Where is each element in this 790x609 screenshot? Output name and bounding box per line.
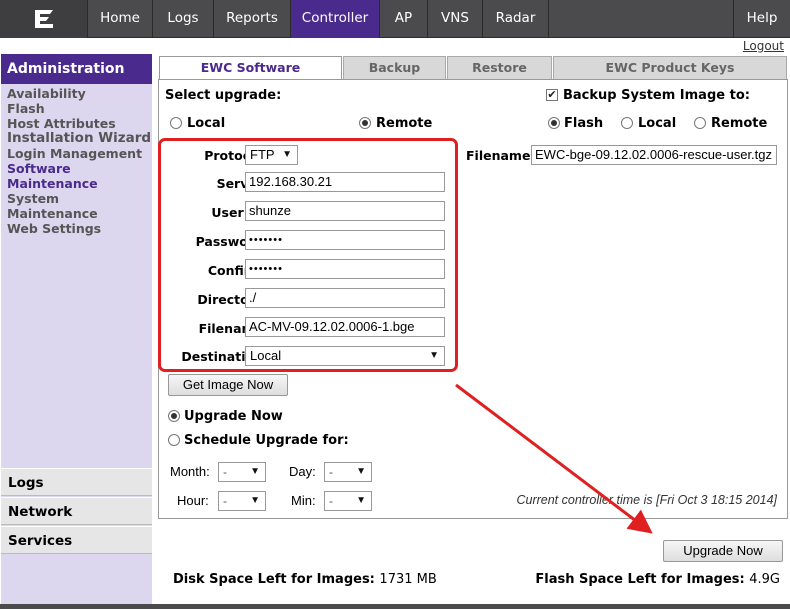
upgrade-now-button[interactable]: Upgrade Now (663, 540, 783, 562)
disk-space-info: Disk Space Left for Images: 1731 MB (173, 572, 437, 587)
flash-space-info: Flash Space Left for Images: 4.9G (535, 572, 780, 587)
disk-space-label: Disk Space Left for Images: (173, 572, 375, 587)
bottom-bar (0, 604, 790, 609)
disk-space-value: 1731 MB (379, 572, 437, 587)
annotation-arrow-icon (455, 383, 653, 534)
flash-space-value: 4.9G (749, 572, 780, 587)
flash-space-label: Flash Space Left for Images: (535, 572, 745, 587)
